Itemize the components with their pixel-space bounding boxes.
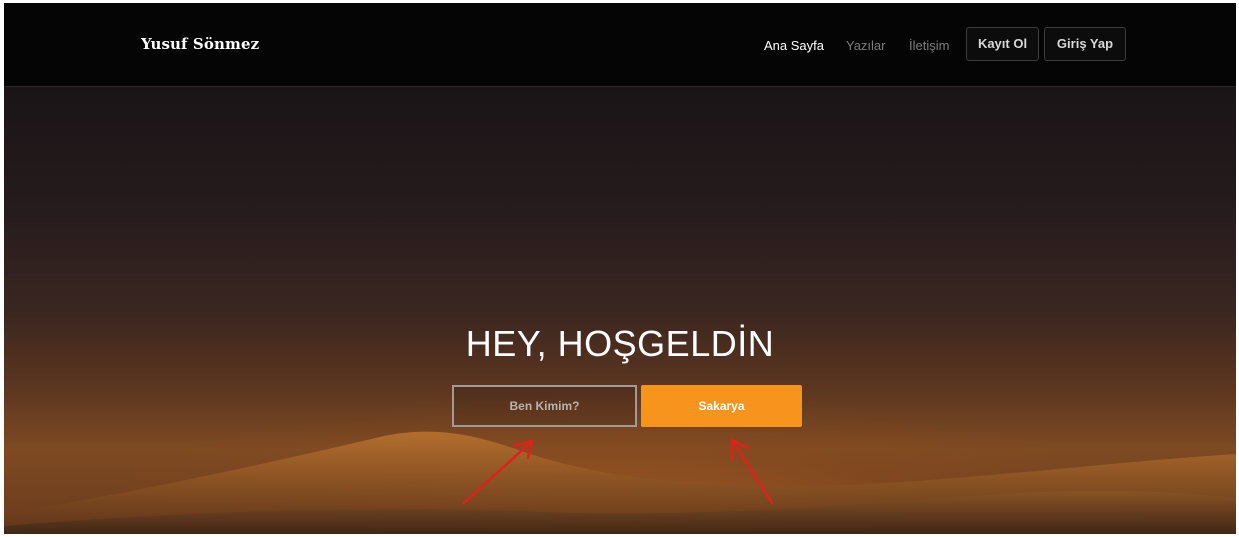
nav-link-contact[interactable]: İletişim: [909, 38, 949, 53]
about-me-button[interactable]: Ben Kimim?: [452, 385, 637, 427]
app-window: Yusuf Sönmez Ana Sayfa Yazılar İletişim …: [4, 3, 1236, 534]
hero-title: HEY, HOŞGELDİN: [465, 323, 775, 364]
nav-link-home[interactable]: Ana Sayfa: [764, 38, 824, 53]
navbar: Yusuf Sönmez Ana Sayfa Yazılar İletişim …: [4, 3, 1236, 87]
sakarya-button[interactable]: Sakarya: [641, 385, 802, 427]
login-button[interactable]: Giriş Yap: [1044, 27, 1126, 61]
brand-logo-link[interactable]: Yusuf Sönmez: [141, 35, 259, 53]
register-button[interactable]: Kayıt Ol: [966, 27, 1039, 61]
nav-link-posts[interactable]: Yazılar: [846, 38, 886, 53]
